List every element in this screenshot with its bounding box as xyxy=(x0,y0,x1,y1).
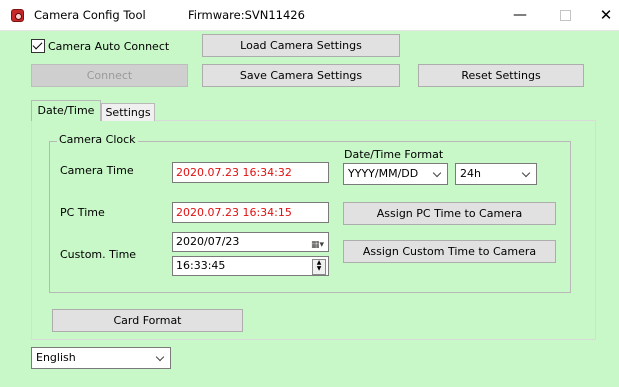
card-format-button[interactable]: Card Format xyxy=(52,309,243,332)
maximize-icon xyxy=(559,9,571,21)
spinner-arrows-icon[interactable]: ▲ ▼ xyxy=(312,259,326,275)
camera-time-label: Camera Time xyxy=(60,164,134,177)
assign-pc-time-button[interactable]: Assign PC Time to Camera xyxy=(343,202,556,225)
close-button[interactable]: ✕ xyxy=(591,4,619,26)
auto-connect-label: Camera Auto Connect xyxy=(48,39,170,53)
checkbox-checked-icon[interactable] xyxy=(31,39,45,53)
custom-time-value: 16:33:45 xyxy=(176,259,226,272)
chevron-down-icon xyxy=(155,352,165,362)
custom-time-label: Custom. Time xyxy=(60,248,137,261)
window-title: Camera Config Tool xyxy=(34,8,146,22)
connect-button[interactable]: Connect xyxy=(31,64,188,87)
minimize-button[interactable]: — xyxy=(505,4,535,26)
tab-date-time[interactable]: Date/Time xyxy=(31,100,101,121)
calendar-dropdown-icon[interactable]: ▦▾ xyxy=(311,236,324,254)
camera-time-field[interactable]: 2020.07.23 16:34:32 xyxy=(172,162,329,183)
camera-clock-group-title: Camera Clock xyxy=(57,133,138,146)
custom-time-spinner[interactable]: 16:33:45 ▲ ▼ xyxy=(172,256,329,276)
chevron-down-icon xyxy=(521,168,531,178)
custom-date-picker[interactable]: 2020/07/23 ▦▾ xyxy=(172,232,329,252)
custom-date-value: 2020/07/23 xyxy=(176,235,240,248)
camera-app-icon xyxy=(11,9,24,22)
chevron-down-icon xyxy=(432,168,442,178)
reset-settings-button[interactable]: Reset Settings xyxy=(418,64,584,87)
pc-time-field[interactable]: 2020.07.23 16:34:15 xyxy=(172,202,329,223)
language-value: English xyxy=(36,351,76,364)
hour-format-select[interactable]: 24h xyxy=(455,163,537,185)
pc-time-label: PC Time xyxy=(60,206,105,219)
save-camera-settings-button[interactable]: Save Camera Settings xyxy=(202,64,400,87)
tab-settings[interactable]: Settings xyxy=(101,103,155,121)
date-format-select[interactable]: YYYY/MM/DD xyxy=(343,163,448,185)
assign-custom-time-button[interactable]: Assign Custom Time to Camera xyxy=(343,240,556,263)
load-camera-settings-button[interactable]: Load Camera Settings xyxy=(202,34,400,57)
date-format-value: YYYY/MM/DD xyxy=(348,167,419,180)
maximize-button[interactable] xyxy=(550,4,580,26)
firmware-version: Firmware:SVN11426 xyxy=(188,8,305,22)
auto-connect-checkbox[interactable]: Camera Auto Connect xyxy=(31,38,169,54)
language-select[interactable]: English xyxy=(31,347,171,369)
hour-format-value: 24h xyxy=(460,167,481,180)
date-time-format-label: Date/Time Format xyxy=(344,148,444,161)
